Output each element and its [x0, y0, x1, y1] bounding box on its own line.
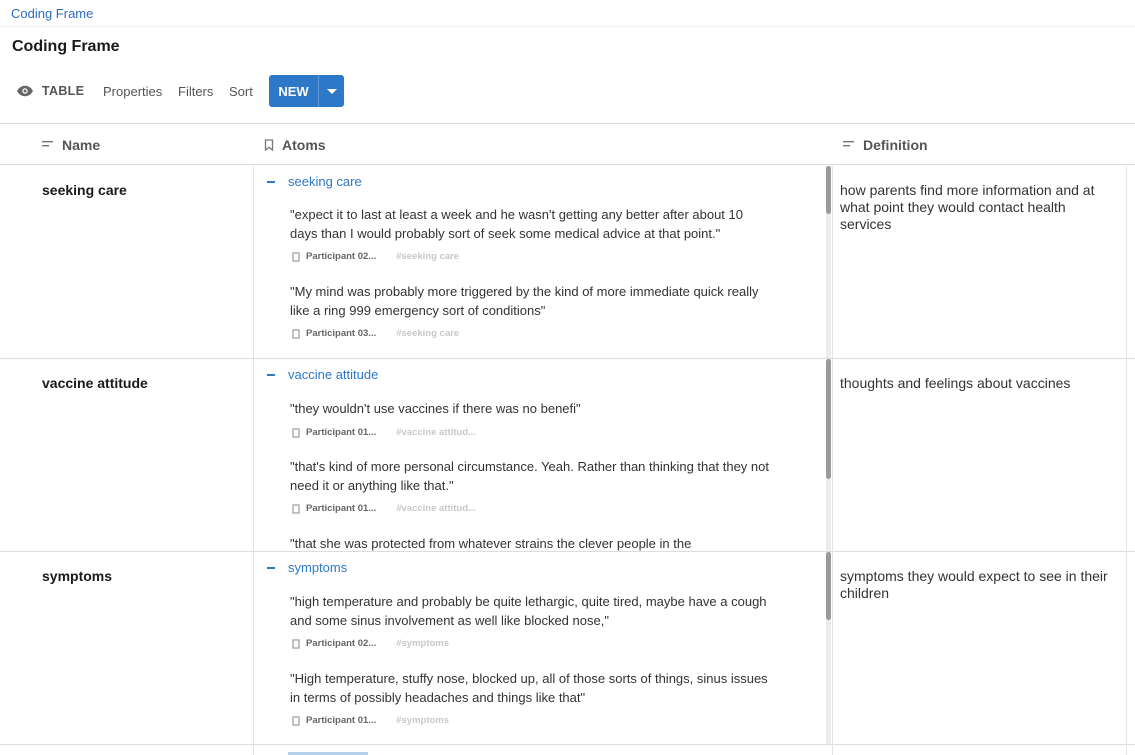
- new-button-group: NEW: [269, 75, 344, 107]
- tag-chip[interactable]: #symptoms: [396, 715, 449, 726]
- scrollbar[interactable]: [826, 166, 831, 214]
- column-header-atoms[interactable]: Atoms: [264, 124, 326, 165]
- quote-meta: Participant 01... #vaccine attitud...: [292, 503, 476, 514]
- text-field-icon: [42, 141, 53, 147]
- quote-meta: Participant 03... #seeking care: [292, 328, 459, 339]
- bookmark-icon: [264, 138, 274, 151]
- collapse-icon[interactable]: [267, 566, 275, 569]
- atoms-cell: symptoms "high temperature and probably …: [254, 552, 826, 744]
- quote-text: "High temperature, stuffy nose, blocked …: [290, 671, 768, 705]
- column-label-name: Name: [62, 136, 101, 153]
- breadcrumb-bar: Coding Frame: [0, 0, 1135, 27]
- view-label: TABLE: [42, 84, 85, 98]
- quote-meta: Participant 01... #symptoms: [292, 715, 449, 726]
- quote-meta: Participant 02... #symptoms: [292, 638, 449, 649]
- toolbar: TABLE Properties Filters Sort NEW: [0, 74, 700, 108]
- column-label-definition: Definition: [863, 136, 928, 153]
- caret-down-icon: [326, 88, 337, 94]
- eye-icon: [17, 85, 33, 97]
- quote-text: "My mind was probably more triggered by …: [290, 284, 759, 318]
- column-divider: [253, 166, 254, 755]
- text-field-icon: [843, 141, 854, 147]
- column-divider: [832, 166, 833, 755]
- scrollbar[interactable]: [826, 359, 831, 479]
- quote-meta: Participant 01... #vaccine attitud...: [292, 427, 476, 438]
- participant-link[interactable]: Participant 03...: [306, 328, 376, 339]
- tag-chip[interactable]: #seeking care: [396, 328, 459, 339]
- table-header: Name Atoms Definition: [0, 124, 1135, 165]
- tag-title[interactable]: seeking care: [288, 174, 362, 189]
- document-icon: [292, 428, 300, 437]
- participant-link[interactable]: Participant 01...: [306, 503, 376, 514]
- participant-link[interactable]: Participant 02...: [306, 251, 376, 262]
- tag-header[interactable]: symptoms: [267, 560, 347, 575]
- page-title: Coding Frame: [12, 38, 120, 55]
- definition-text[interactable]: symptoms they would expect to see in the…: [840, 568, 1120, 602]
- filters-button[interactable]: Filters: [178, 84, 213, 99]
- quote-text: "high temperature and probably be quite …: [290, 594, 767, 628]
- new-button[interactable]: NEW: [269, 75, 318, 107]
- properties-button[interactable]: Properties: [103, 84, 162, 99]
- quote-text: "they wouldn't use vaccines if there was…: [290, 401, 581, 416]
- document-icon: [292, 252, 300, 261]
- atoms-cell: seeking care "expect it to last at least…: [254, 166, 826, 358]
- row-name[interactable]: vaccine attitude: [42, 375, 148, 391]
- participant-link[interactable]: Participant 01...: [306, 427, 376, 438]
- view-switch[interactable]: TABLE: [16, 82, 84, 100]
- tag-header[interactable]: vaccine attitude: [267, 367, 378, 382]
- participant-link[interactable]: Participant 01...: [306, 715, 376, 726]
- table-row[interactable]: seeking care seeking care "expect it to …: [0, 166, 1135, 359]
- participant-link[interactable]: Participant 02...: [306, 638, 376, 649]
- definition-text[interactable]: how parents find more information and at…: [840, 182, 1120, 233]
- definition-text[interactable]: thoughts and feelings about vaccines: [840, 375, 1120, 392]
- quote-text: "that she was protected from whatever st…: [290, 536, 692, 551]
- row-name[interactable]: seeking care: [42, 182, 127, 198]
- table-row[interactable]: symptoms symptoms "high temperature and …: [0, 552, 1135, 745]
- tag-chip[interactable]: #seeking care: [396, 251, 459, 262]
- tag-header[interactable]: seeking care: [267, 174, 362, 189]
- column-divider: [1126, 166, 1127, 755]
- quote-text: "expect it to last at least a week and h…: [290, 207, 743, 241]
- atoms-cell: vaccine attitude "they wouldn't use vacc…: [254, 359, 826, 551]
- column-header-definition[interactable]: Definition: [843, 124, 928, 165]
- tag-title[interactable]: vaccine attitude: [288, 367, 378, 382]
- table-row[interactable]: vaccine attitude vaccine attitude "they …: [0, 359, 1135, 552]
- column-label-atoms: Atoms: [282, 136, 326, 153]
- table-row[interactable]: [0, 746, 1135, 755]
- quote-meta: Participant 02... #seeking care: [292, 251, 459, 262]
- quote-text: "that's kind of more personal circumstan…: [290, 459, 769, 493]
- new-dropdown-button[interactable]: [319, 75, 344, 107]
- breadcrumb[interactable]: Coding Frame: [11, 6, 93, 21]
- document-icon: [292, 716, 300, 725]
- document-icon: [292, 504, 300, 513]
- tag-chip[interactable]: #vaccine attitud...: [396, 503, 476, 514]
- tag-title[interactable]: symptoms: [288, 560, 347, 575]
- tag-chip[interactable]: #vaccine attitud...: [396, 427, 476, 438]
- document-icon: [292, 329, 300, 338]
- scrollbar[interactable]: [826, 552, 831, 620]
- collapse-icon[interactable]: [267, 180, 275, 183]
- document-icon: [292, 639, 300, 648]
- row-name[interactable]: symptoms: [42, 568, 112, 584]
- column-header-name[interactable]: Name: [42, 124, 100, 165]
- tag-chip[interactable]: #symptoms: [396, 638, 449, 649]
- collapse-icon[interactable]: [267, 373, 275, 376]
- sort-button[interactable]: Sort: [229, 84, 253, 99]
